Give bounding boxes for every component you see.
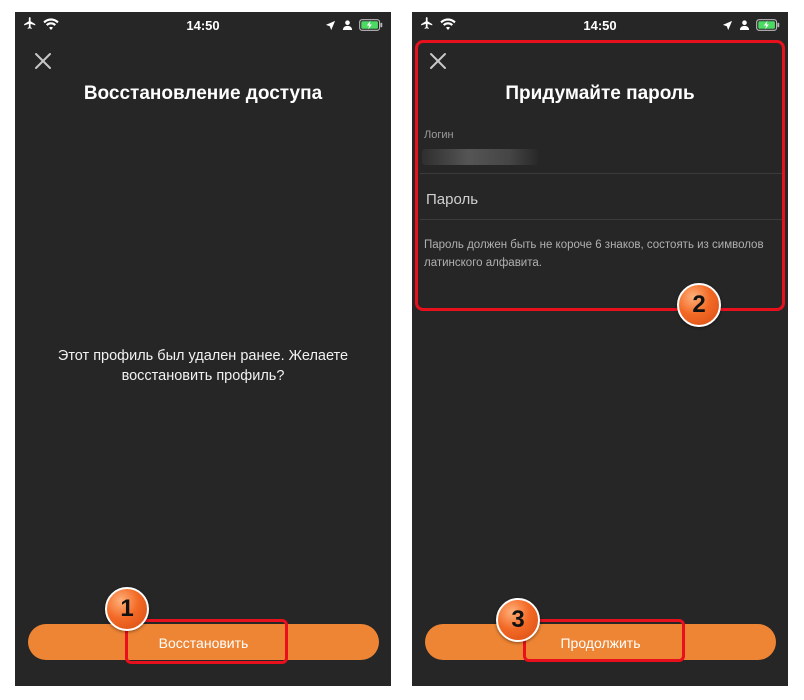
login-label: Логин	[424, 129, 454, 141]
login-value-blurred	[422, 149, 538, 165]
close-button[interactable]	[32, 50, 54, 72]
status-bar: 14:50	[412, 12, 788, 40]
location-icon	[722, 18, 733, 36]
step-badge-2: 2	[677, 283, 721, 327]
screen-restore-access: 14:50 Восстановление доступа Этот профил…	[15, 12, 391, 686]
close-icon	[430, 53, 446, 69]
battery-charging-icon	[756, 18, 780, 36]
screen-create-password: 14:50 Придумайте пароль Логин Пароль дол…	[412, 12, 788, 686]
restore-button[interactable]: Восстановить	[28, 624, 379, 660]
page-title: Восстановление доступа	[83, 83, 323, 104]
step-badge-1: 1	[105, 587, 149, 631]
divider	[420, 173, 782, 174]
step-badge-3: 3	[496, 598, 540, 642]
person-icon	[739, 18, 750, 36]
password-hint: Пароль должен быть не короче 6 знаков, с…	[424, 239, 764, 269]
battery-charging-icon	[359, 18, 383, 36]
restore-message: Этот профиль был удален ранее. Желаете в…	[57, 348, 349, 384]
close-icon	[35, 53, 51, 69]
divider	[420, 219, 782, 220]
continue-button[interactable]: Продолжить	[425, 624, 776, 660]
status-bar: 14:50	[15, 12, 391, 40]
close-button[interactable]	[427, 50, 449, 72]
page-title: Придумайте пароль	[505, 83, 695, 104]
person-icon	[342, 18, 353, 36]
password-input[interactable]	[424, 184, 768, 214]
location-icon	[325, 18, 336, 36]
